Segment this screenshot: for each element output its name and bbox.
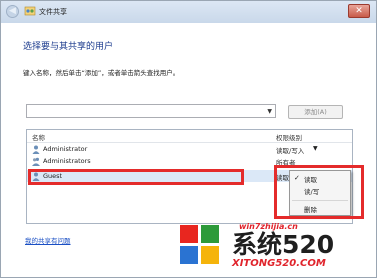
page-heading: 选择要与其共享的用户 [23, 42, 114, 52]
row-permission[interactable]: 读取/写入 [276, 145, 304, 155]
table-row[interactable]: Administrator 读取/写入 ▼ [27, 143, 352, 155]
user-group-icon [32, 157, 40, 166]
annotation-highlight-guest [28, 169, 244, 185]
watermark-logo-domain: XITONG520.COM [232, 258, 326, 269]
help-link[interactable]: 我的共享有问题 [25, 235, 71, 245]
title-bar: ◀ 文件共享 ✕ [1, 1, 376, 23]
user-icon [32, 145, 40, 154]
chevron-down-icon[interactable]: ▼ [313, 145, 318, 152]
user-name-combo[interactable]: ▼ [26, 104, 276, 118]
back-arrow-icon[interactable]: ◀ [6, 5, 19, 18]
row-user-name: Administrators [43, 157, 91, 165]
add-button[interactable]: 添加(A) [288, 105, 343, 119]
column-header-name[interactable]: 名称 [32, 132, 45, 142]
chevron-down-icon[interactable]: ▼ [267, 108, 272, 115]
window-title: 文件共享 [39, 8, 67, 16]
row-user-name: Administrator [43, 145, 88, 153]
list-header: 名称 权限级别 [27, 130, 352, 143]
close-button[interactable]: ✕ [348, 4, 370, 18]
column-header-permission[interactable]: 权限级别 [276, 132, 302, 142]
watermark-logo-text: 系统520 [232, 230, 335, 259]
file-sharing-window: ◀ 文件共享 ✕ 选择要与其共享的用户 键入名称，然后单击“添加”，或者单击箭头… [0, 0, 377, 278]
annotation-highlight-menu [274, 165, 364, 219]
windows-logo-icon [180, 225, 219, 264]
file-sharing-icon [24, 6, 36, 16]
instructions-text: 键入名称，然后单击“添加”，或者单击箭头查找用户。 [23, 69, 180, 77]
